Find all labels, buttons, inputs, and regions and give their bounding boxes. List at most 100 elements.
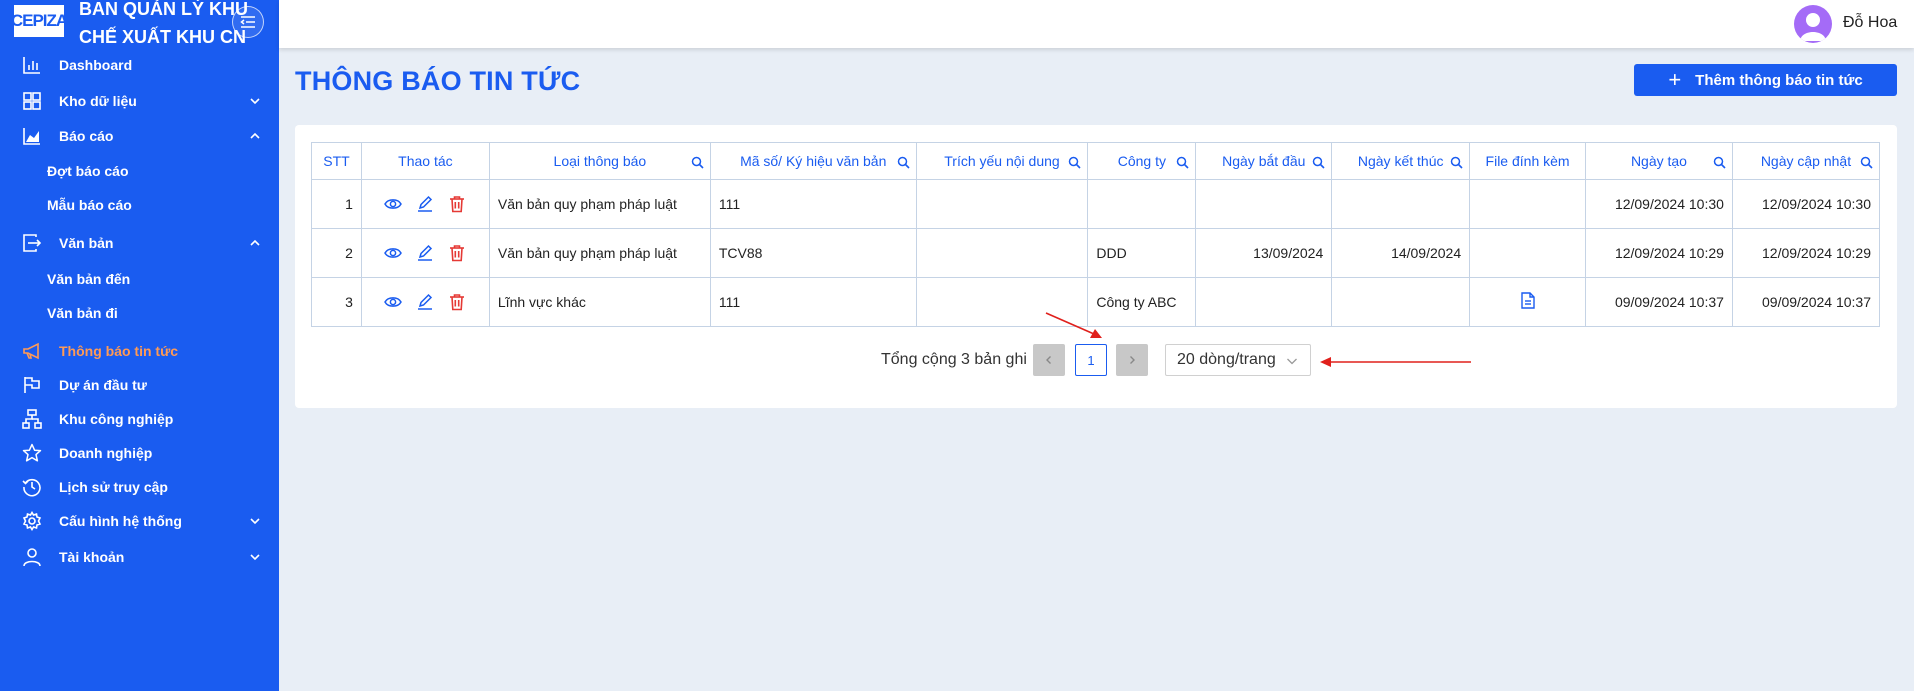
cell-code: 111 xyxy=(709,179,917,229)
cell-start-date: 13/09/2024 xyxy=(1195,228,1333,278)
sidebar-item-label: Dự án đầu tư xyxy=(59,377,147,393)
search-icon[interactable] xyxy=(1713,156,1726,169)
table-row: 1 Văn bản quy phạm pháp luật 111 12/09/2… xyxy=(311,179,1881,229)
search-icon[interactable] xyxy=(1450,156,1463,169)
cell-summary xyxy=(915,228,1089,278)
cell-company: DDD xyxy=(1087,228,1197,278)
search-icon[interactable] xyxy=(1312,156,1325,169)
sidebar-item-label: Văn bản đi xyxy=(47,305,118,321)
cell-updated: 12/09/2024 10:29 xyxy=(1731,228,1881,278)
cell-actions xyxy=(360,228,490,278)
delete-icon[interactable] xyxy=(448,195,466,213)
sidebar-item-thong-bao-tin-tuc[interactable]: Thông báo tin tức xyxy=(0,336,279,366)
page-size-value: 20 dòng/trang xyxy=(1177,351,1276,368)
column-header-label: Công ty xyxy=(1117,153,1166,169)
avatar[interactable] xyxy=(1794,5,1832,43)
search-icon[interactable] xyxy=(1860,156,1873,169)
star-icon xyxy=(22,443,42,462)
menu-fold-icon xyxy=(240,16,255,28)
next-page-button[interactable] xyxy=(1116,344,1148,376)
sidebar-item-bao-cao[interactable]: Báo cáo xyxy=(0,121,279,151)
user-name[interactable]: Đỗ Hoa xyxy=(1843,14,1897,32)
sidebar-item-mau-bao-cao[interactable]: Mẫu báo cáo xyxy=(0,190,279,220)
sidebar-item-doanh-nghiep[interactable]: Doanh nghiệp xyxy=(0,438,279,468)
brand-title-line1: BAN QUẢN LÝ KHU xyxy=(79,0,248,19)
file-attachment-icon[interactable] xyxy=(1520,292,1535,309)
column-header-actions: Thao tác xyxy=(360,142,490,180)
column-header-label: Ngày bắt đầu xyxy=(1222,153,1306,169)
eye-icon[interactable] xyxy=(384,195,403,213)
brand-title-line2: CHẾ XUẤT KHU CN xyxy=(79,27,247,47)
column-header-label: Thao tác xyxy=(398,153,453,169)
sidebar-item-tai-khoan[interactable]: Tài khoản xyxy=(0,542,279,572)
cell-type: Văn bản quy phạm pháp luật xyxy=(488,228,711,278)
chevron-down-icon xyxy=(250,518,260,525)
eye-icon[interactable] xyxy=(384,293,403,311)
plus-icon: + xyxy=(1668,67,1682,92)
sidebar-toggle-button[interactable] xyxy=(232,6,264,38)
edit-icon[interactable] xyxy=(416,293,434,311)
page-button-current[interactable]: 1 xyxy=(1075,344,1107,376)
search-icon[interactable] xyxy=(691,156,704,169)
sidebar-item-kho-du-lieu[interactable]: Kho dữ liệu xyxy=(0,86,279,116)
sidebar-item-label: Văn bản đến xyxy=(47,271,131,287)
edit-icon[interactable] xyxy=(416,195,434,213)
news-table: STT Thao tác Loại thông báo Mã số/ Ký hi… xyxy=(311,142,1881,327)
search-icon[interactable] xyxy=(1068,156,1081,169)
cell-stt: 1 xyxy=(311,179,362,229)
cell-attachment xyxy=(1469,179,1586,229)
cell-created: 12/09/2024 10:29 xyxy=(1584,228,1733,278)
table-row: 3 Lĩnh vực khác 111 Công ty ABC 09/09/20… xyxy=(311,277,1881,327)
chevron-up-icon xyxy=(250,132,260,139)
cell-updated: 09/09/2024 10:37 xyxy=(1731,277,1881,327)
chevron-right-icon xyxy=(1130,356,1135,364)
sidebar-item-van-ban[interactable]: Văn bản xyxy=(0,228,279,258)
cell-type: Văn bản quy phạm pháp luật xyxy=(488,179,711,229)
delete-icon[interactable] xyxy=(448,293,466,311)
cell-summary xyxy=(915,179,1089,229)
cell-attachment xyxy=(1469,277,1586,327)
flag-icon xyxy=(24,377,40,393)
column-header-attachment: File đính kèm xyxy=(1469,142,1586,180)
sidebar-item-label: Khu công nghiệp xyxy=(59,411,174,427)
sidebar-item-label: Kho dữ liệu xyxy=(59,93,137,109)
clock-icon xyxy=(22,478,41,497)
cell-company xyxy=(1087,179,1197,229)
cell-end-date: 14/09/2024 xyxy=(1331,228,1471,278)
column-header-label: Ngày kết thúc xyxy=(1357,153,1444,169)
search-icon[interactable] xyxy=(1176,156,1189,169)
sidebar-item-dot-bao-cao[interactable]: Đợt báo cáo xyxy=(0,156,279,186)
document-export-icon xyxy=(23,234,42,252)
sidebar-item-khu-cong-nghiep[interactable]: Khu công nghiệp xyxy=(0,404,279,434)
add-news-button[interactable]: + Thêm thông báo tin tức xyxy=(1634,64,1897,96)
brand-title: BAN QUẢN LÝ KHU CHẾ XUẤT KHU CN xyxy=(79,0,248,51)
column-header-start-date: Ngày bắt đầu xyxy=(1195,142,1333,180)
bar-chart-icon xyxy=(23,57,40,74)
eye-icon[interactable] xyxy=(384,244,403,262)
sidebar-item-label: Đợt báo cáo xyxy=(47,163,129,179)
total-records: Tổng cộng 3 bản ghi xyxy=(881,351,1027,368)
chevron-up-icon xyxy=(250,239,260,246)
search-icon[interactable] xyxy=(897,156,910,169)
sidebar-item-du-an-dau-tu[interactable]: Dự án đầu tư xyxy=(0,370,279,400)
grid-icon xyxy=(23,92,41,110)
sidebar-item-cau-hinh-he-thong[interactable]: Cấu hình hệ thống xyxy=(0,506,279,536)
delete-icon[interactable] xyxy=(448,244,466,262)
top-header xyxy=(279,0,1914,48)
sidebar-item-label: Doanh nghiệp xyxy=(59,445,153,461)
sidebar-item-lich-su-truy-cap[interactable]: Lịch sử truy cập xyxy=(0,472,279,502)
sidebar-item-van-ban-den[interactable]: Văn bản đến xyxy=(0,264,279,294)
sidebar-item-dashboard[interactable]: Dashboard xyxy=(0,50,279,80)
edit-icon[interactable] xyxy=(416,244,434,262)
page-size-select[interactable]: 20 dòng/trang xyxy=(1165,344,1311,376)
prev-page-button[interactable] xyxy=(1033,344,1065,376)
add-news-button-label: Thêm thông báo tin tức xyxy=(1695,71,1863,89)
sidebar-item-label: Dashboard xyxy=(59,57,133,73)
area-chart-icon xyxy=(23,128,40,145)
column-header-label: Loại thông báo xyxy=(553,153,647,169)
sidebar-item-van-ban-di[interactable]: Văn bản đi xyxy=(0,298,279,328)
table-row: 2 Văn bản quy phạm pháp luật TCV88 DDD 1… xyxy=(311,228,1881,278)
column-header-stt: STT xyxy=(311,142,362,180)
cell-summary xyxy=(915,277,1089,327)
table-header-row: STT Thao tác Loại thông báo Mã số/ Ký hi… xyxy=(311,142,1881,180)
